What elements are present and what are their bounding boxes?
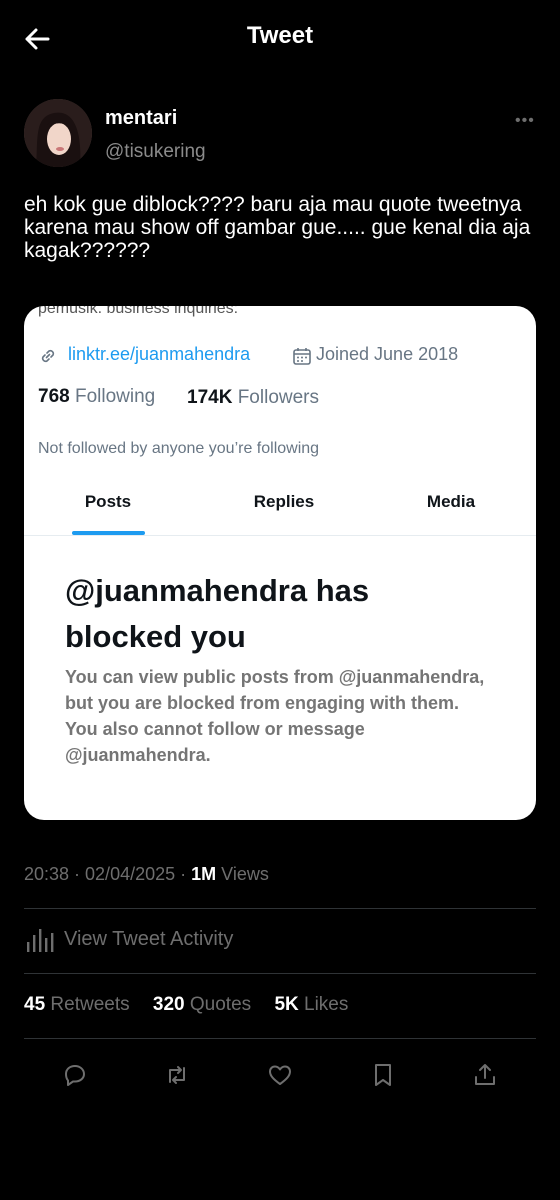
avatar-image [24, 99, 92, 167]
views-label: Views [216, 864, 269, 884]
divider [24, 973, 536, 974]
view-activity-label: View Tweet Activity [64, 928, 234, 950]
retweets-label: Retweets [45, 994, 130, 1015]
link-icon [41, 349, 55, 363]
followers-stat: 174K Followers [187, 387, 319, 409]
author-handle[interactable]: @tisukering [105, 141, 206, 163]
divider [24, 1038, 536, 1039]
likes-label: Likes [298, 994, 349, 1015]
avatar[interactable] [24, 99, 92, 167]
joined-date: Joined June 2018 [316, 344, 459, 364]
retweet-icon[interactable] [164, 1062, 190, 1088]
bookmark-icon[interactable] [370, 1062, 396, 1088]
tab-divider [24, 535, 536, 536]
view-activity-button[interactable]: View Tweet Activity [24, 927, 324, 955]
following-label: Following [69, 386, 156, 407]
more-options-icon[interactable]: ••• [515, 112, 535, 130]
tab-replies: Replies [253, 492, 315, 511]
author-name[interactable]: mentari [105, 107, 177, 130]
page-title: Tweet [246, 22, 314, 49]
quotes-count: 320 [152, 994, 185, 1015]
not-followed-text: Not followed by anyone you’re following [38, 440, 320, 457]
tab-posts: Posts [84, 492, 132, 511]
reply-icon[interactable] [62, 1062, 88, 1088]
bio-cut-text: pemusik. business inquiries: [38, 306, 239, 317]
likes-stat[interactable]: 5K Likes [274, 994, 348, 1015]
quotes-label: Quotes [184, 994, 252, 1015]
blocked-title: @juanmahendra has blocked you [65, 573, 370, 654]
timestamp: 20:38 · 02/04/2025 · [24, 864, 192, 884]
tab-media: Media [426, 492, 476, 511]
divider [24, 908, 536, 909]
likes-count: 5K [274, 994, 299, 1015]
quotes-stat[interactable]: 320 Quotes [153, 994, 251, 1015]
tweet-meta: 20:38 · 02/04/2025 · 1M Views [24, 864, 269, 885]
followers-label: Followers [232, 387, 319, 408]
like-icon[interactable] [267, 1062, 293, 1088]
following-count: 768 [38, 386, 70, 407]
profile-link: linktr.ee/juanmahendra [68, 344, 251, 364]
share-icon[interactable] [472, 1062, 498, 1088]
engagement-stats: 45 Retweets 320 Quotes 5K Likes [24, 994, 348, 1016]
blocked-body: You can view public posts from @juanmahe… [65, 667, 485, 765]
embedded-screenshot[interactable]: pemusik. business inquiries: linktr.ee/j… [24, 306, 536, 820]
tweet-text: eh kok gue diblock???? baru aja mau quot… [24, 193, 531, 262]
bar-chart-icon [27, 929, 54, 952]
retweets-stat[interactable]: 45 Retweets [24, 994, 130, 1015]
views-count: 1M [191, 864, 217, 884]
calendar-icon [293, 348, 311, 365]
retweets-count: 45 [24, 994, 46, 1015]
followers-count: 174K [187, 387, 233, 408]
following-stat: 768 Following [38, 386, 155, 408]
